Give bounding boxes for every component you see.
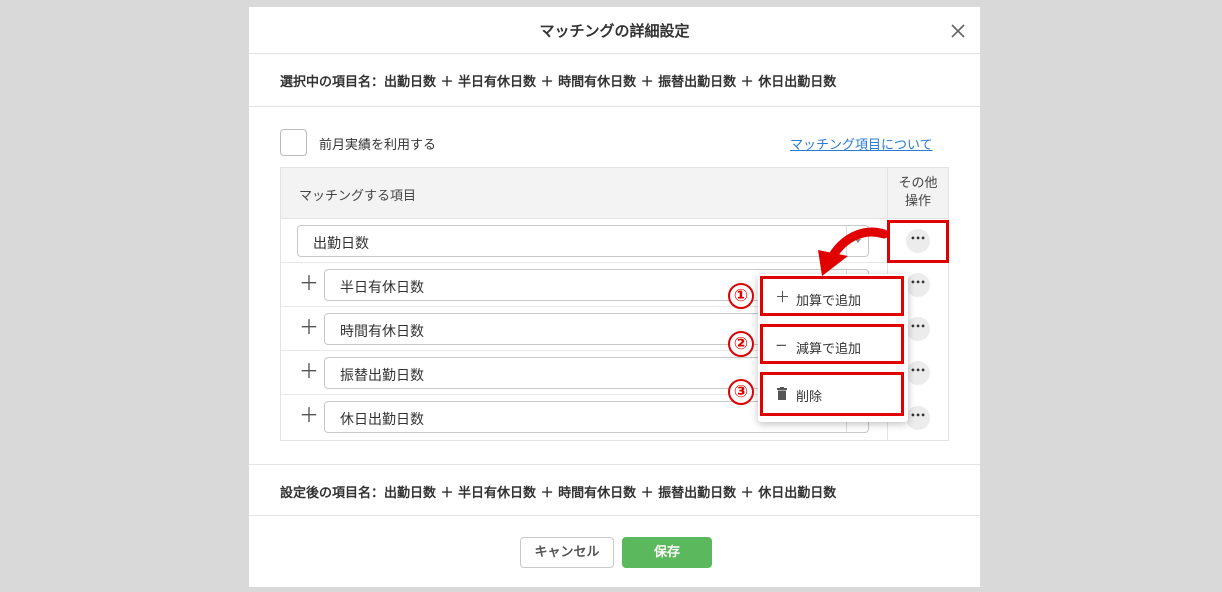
selected-items-row: 選択中の項目名：出勤日数 ＋ 半日有休日数 ＋ 時間有休日数 ＋ 振替出勤日数 … <box>249 54 980 107</box>
highlight-box-menu-item-3 <box>760 372 904 416</box>
use-previous-month-checkbox[interactable] <box>280 129 307 156</box>
selected-items-text: 選択中の項目名：出勤日数 ＋ 半日有休日数 ＋ 時間有休日数 ＋ 振替出勤日数 … <box>280 75 837 90</box>
operator-plus-icon[interactable]: ＋ <box>299 273 319 293</box>
after-items-row: 設定後の項目名：出勤日数 ＋ 半日有休日数 ＋ 時間有休日数 ＋ 振替出勤日数 … <box>249 464 980 516</box>
item-select[interactable]: 出勤日数 <box>297 225 869 257</box>
more-actions-button[interactable] <box>906 317 930 341</box>
close-button[interactable] <box>946 19 970 43</box>
more-actions-button[interactable] <box>906 406 930 430</box>
chevron-down-icon <box>846 226 868 256</box>
close-icon <box>951 24 965 38</box>
table-header: マッチングする項目 その他 操作 <box>281 168 948 219</box>
dialog-header: マッチングの詳細設定 <box>249 7 980 54</box>
highlight-box-more-button <box>887 220 949 263</box>
item-select-value: 休日出勤日数 <box>340 412 424 428</box>
item-select-value: 出勤日数 <box>313 236 369 252</box>
table-row: 出勤日数 <box>281 219 887 263</box>
cancel-button[interactable]: キャンセル <box>520 537 614 568</box>
more-actions-button[interactable] <box>906 273 930 297</box>
step-badge-2: ② <box>728 331 754 357</box>
item-select-value: 時間有休日数 <box>340 324 424 340</box>
highlight-box-menu-item-1 <box>760 276 904 316</box>
after-items-text: 設定後の項目名：出勤日数 ＋ 半日有休日数 ＋ 時間有休日数 ＋ 振替出勤日数 … <box>280 486 837 501</box>
save-button[interactable]: 保存 <box>622 537 712 568</box>
operator-plus-icon[interactable]: ＋ <box>299 317 319 337</box>
column-header-item: マッチングする項目 <box>299 189 417 204</box>
use-previous-month-label: 前月実績を利用する <box>319 138 437 153</box>
more-actions-button[interactable] <box>906 361 930 385</box>
operator-plus-icon[interactable]: ＋ <box>299 405 319 425</box>
highlight-box-menu-item-2 <box>760 324 904 364</box>
item-select-value: 半日有休日数 <box>340 280 424 296</box>
operator-plus-icon[interactable]: ＋ <box>299 361 319 381</box>
step-badge-3: ③ <box>728 379 754 405</box>
column-header-ops: その他 操作 <box>887 168 948 219</box>
item-select-value: 振替出勤日数 <box>340 368 424 384</box>
matching-help-link[interactable]: マッチング項目について <box>790 134 933 153</box>
dialog-title: マッチングの詳細設定 <box>539 22 690 40</box>
step-badge-1: ① <box>728 283 754 309</box>
column-header-ops-line1: その他 <box>898 176 938 191</box>
column-header-ops-line2: 操作 <box>904 194 931 209</box>
